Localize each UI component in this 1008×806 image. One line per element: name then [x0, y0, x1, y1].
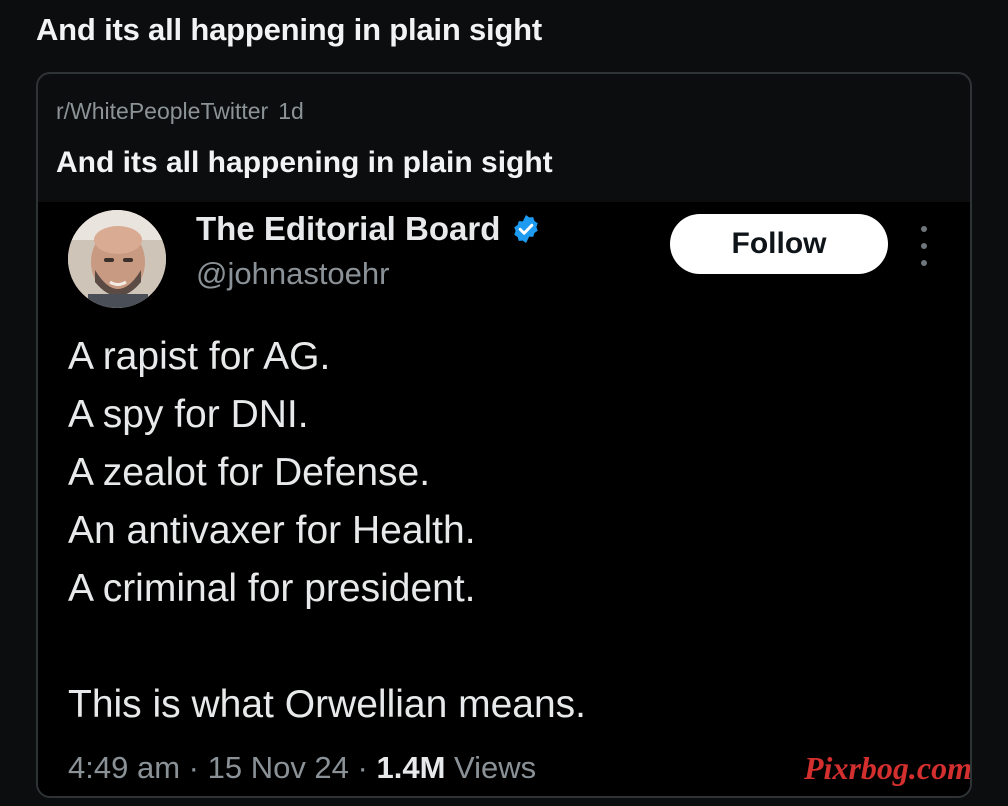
- subreddit-link[interactable]: r/WhitePeopleTwitter: [56, 98, 268, 124]
- tweet-line: A criminal for president.: [68, 567, 476, 610]
- author-avatar: [68, 210, 166, 308]
- tweet-line: A spy for DNI.: [68, 393, 309, 436]
- follow-button[interactable]: Follow: [670, 214, 888, 274]
- post-title: And its all happening in plain sight: [36, 12, 543, 47]
- tweet-line: An antivaxer for Health.: [68, 509, 476, 552]
- post-age: 1d: [278, 98, 304, 124]
- separator: ·: [357, 750, 368, 785]
- more-options-icon[interactable]: [916, 226, 932, 266]
- watermark: Pixrbog.com: [804, 750, 972, 786]
- tweet-time[interactable]: 4:49 am: [68, 750, 180, 785]
- crosspost-title[interactable]: And its all happening in plain sight: [56, 146, 553, 180]
- tweet-line: A rapist for AG.: [68, 335, 331, 378]
- author-handle[interactable]: @johnastoehr: [196, 256, 389, 292]
- author-name-text: The Editorial Board: [196, 210, 501, 247]
- verified-badge-icon: [510, 213, 542, 245]
- views-count: 1.4M: [376, 750, 446, 785]
- separator: ·: [188, 750, 199, 785]
- tweet-line: This is what Orwellian means.: [68, 683, 587, 726]
- tweet-date[interactable]: 15 Nov 24: [208, 750, 349, 785]
- tweet-line: A zealot for Defense.: [68, 451, 431, 494]
- tweet-footer: 4:49 am · 15 Nov 24 · 1.4M Views: [68, 750, 536, 786]
- views-label: Views: [454, 750, 537, 785]
- author-name[interactable]: The Editorial Board: [196, 210, 542, 248]
- tweet-screenshot[interactable]: The Editorial Board @johnastoehr Follow …: [38, 202, 972, 796]
- crosspost-meta: r/WhitePeopleTwitter 1d: [56, 98, 304, 125]
- tweet-text: A rapist for AG. A spy for DNI. A zealot…: [68, 328, 928, 734]
- crosspost-card[interactable]: r/WhitePeopleTwitter 1d And its all happe…: [36, 72, 972, 798]
